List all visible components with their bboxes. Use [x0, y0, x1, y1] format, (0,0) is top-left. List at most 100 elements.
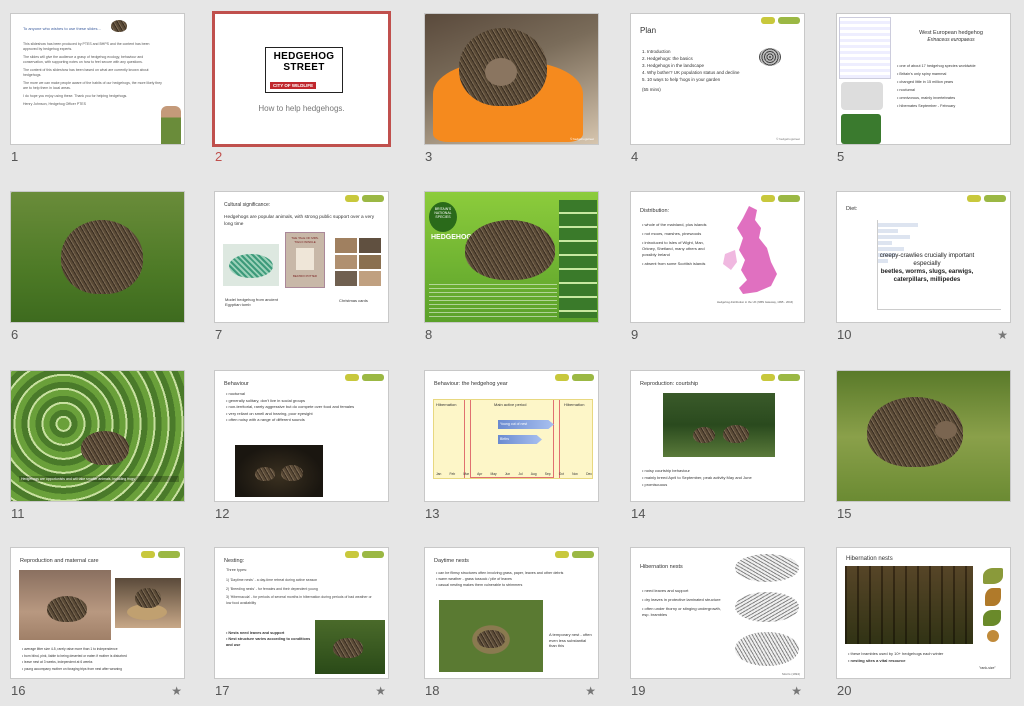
month-axis: Jan Feb Mar Apr May Jun Jul Aug Sep Oct Nov Dec — [436, 472, 592, 476]
slide-thumbnail-19[interactable]: Hibernation nests • need leaves and supp… — [630, 547, 805, 679]
poster-sidebar — [559, 200, 597, 318]
nest-photo — [315, 620, 385, 674]
uk-distribution-map — [723, 206, 777, 294]
partner-logos — [761, 17, 800, 24]
slide-thumbnail-15[interactable] — [836, 370, 1011, 502]
slide-thumbnail-3[interactable]: © hedgehogstreet — [424, 13, 599, 145]
nest-sketch-3 — [735, 632, 799, 666]
hedgehog-face — [935, 421, 957, 439]
hedgehog-face — [485, 58, 517, 86]
nest-bold-bullets: • Nests need leaves and support • Nest s… — [226, 631, 311, 647]
species-table — [839, 17, 891, 79]
diet-text: creepy-crawlies crucially important espe… — [879, 252, 975, 283]
star-icon: ★ — [997, 328, 1008, 342]
slide-number: 10 — [837, 327, 852, 342]
slide-thumbnail-17[interactable]: Nesting: Three types: 1) 'Daytime nests'… — [214, 547, 389, 679]
slide-number: 3 — [425, 149, 433, 164]
poster-text-block — [429, 284, 557, 318]
slide-thumbnail-5[interactable]: West European hedgehog Erinaceus europae… — [836, 13, 1011, 145]
slide-cell-5[interactable]: West European hedgehog Erinaceus europae… — [826, 0, 1016, 164]
slide-bullets: • can be flimsy structures often involvi… — [436, 571, 564, 587]
slide-number: 19 — [631, 683, 646, 698]
slide-thumbnail-16[interactable]: Reproduction and maternal care • average… — [10, 547, 185, 679]
star-icon: ★ — [791, 684, 802, 698]
slide-number: 11 — [11, 506, 25, 521]
slide-thumbnail-6[interactable] — [10, 191, 185, 323]
slide-thumbnail-18[interactable]: Daytime nests • can be flimsy structures… — [424, 547, 599, 679]
leaf-illustrations — [979, 568, 1007, 658]
slide-thumbnail-13[interactable]: Behaviour: the hedgehog year Hibernation… — [424, 370, 599, 502]
slide-cell-17[interactable]: Nesting: Three types: 1) 'Daytime nests'… — [204, 534, 394, 698]
slide-number: 20 — [837, 683, 852, 698]
slide-cell-15[interactable]: 15 — [826, 357, 1016, 521]
slide-thumbnail-8[interactable]: BRITAIN'S NATIONAL SPECIES HEDGEHOG — [424, 191, 599, 323]
nest-type-list: 1) 'Daytime nests' - a day-time retreat … — [226, 578, 372, 605]
partner-logos — [555, 374, 594, 381]
star-icon: ★ — [375, 684, 386, 698]
baby-hedgehogs-photo — [115, 578, 181, 628]
slide-cell-16[interactable]: Reproduction and maternal care • average… — [0, 534, 190, 698]
slide-thumbnail-7[interactable]: Cultural significance: Hedgehogs are pop… — [214, 191, 389, 323]
night-hedgehogs-photo — [235, 445, 323, 497]
slide-cell-3[interactable]: © hedgehogstreet 3 — [414, 0, 604, 164]
slide-bullets: • average litter size 4-5, rarely raise … — [22, 647, 127, 671]
slide-number: 4 — [631, 149, 639, 164]
daytime-nest-photo — [439, 600, 543, 672]
slide-number: 2 — [215, 149, 223, 164]
slide-number: 17 — [215, 683, 230, 698]
slide-bullets: • whole of the mainland, plus islands • … — [642, 222, 707, 266]
slide-cell-1[interactable]: To anyone who wishes to use these slides… — [0, 0, 190, 164]
slide-cell-9[interactable]: Distribution: • whole of the mainland, p… — [620, 178, 810, 342]
slide-sorter-grid: To anyone who wishes to use these slides… — [0, 0, 1024, 706]
slide-cell-20[interactable]: Hibernation nests • these brambles used … — [826, 534, 1016, 698]
slide-title: Plan — [640, 26, 657, 35]
slide-thumbnail-14[interactable]: Reproduction: courtship • noisy courtshi… — [630, 370, 805, 502]
nest-sketch-1 — [735, 554, 799, 582]
slide-cell-4[interactable]: Plan 1. Introduction 2. Hedgehogs: the b… — [620, 0, 810, 164]
slide-cell-13[interactable]: Behaviour: the hedgehog year Hibernation… — [414, 357, 604, 521]
slide-bullets: • noisy courtship behaviour • mainly bre… — [642, 468, 752, 487]
mother-hedgehog-photo — [19, 570, 111, 640]
hedgehog-photo — [81, 431, 129, 465]
slide1-body: This slideshow has been produced by PTES… — [23, 42, 162, 106]
slide-cell-6[interactable]: 6 — [0, 178, 190, 342]
slide-cell-11[interactable]: Hedgehogs are opportunists and will take… — [0, 357, 190, 521]
slide1-heading: To anyone who wishes to use these slides… — [23, 26, 101, 31]
christmas-cards-image — [335, 238, 381, 286]
slide-thumbnail-12[interactable]: Behaviour • nocturnal • generally solita… — [214, 370, 389, 502]
hedgehog-year-chart: Hibernation Main active period Hibernati… — [433, 399, 593, 479]
curled-hedgehog-icon — [759, 48, 781, 66]
slide-thumbnail-20[interactable]: Hibernation nests • these brambles used … — [836, 547, 1011, 679]
nest-sketch-2 — [735, 592, 799, 622]
slide-bullets: 1. Introduction 2. Hedgehogs: the basics… — [642, 49, 740, 92]
slide-thumbnail-4[interactable]: Plan 1. Introduction 2. Hedgehogs: the b… — [630, 13, 805, 145]
slide-number: 8 — [425, 327, 433, 342]
slide-cell-8[interactable]: BRITAIN'S NATIONAL SPECIES HEDGEHOG 8 — [414, 178, 604, 342]
courtship-photo — [663, 393, 775, 457]
slide-cell-2[interactable]: HEDGEHOG STREET CITY OF WILDLIFE How to … — [204, 0, 394, 164]
slide-number: 1 — [11, 149, 19, 164]
slide-thumbnail-9[interactable]: Distribution: • whole of the mainland, p… — [630, 191, 805, 323]
partner-logos — [761, 195, 800, 202]
poster-badge: BRITAIN'S NATIONAL SPECIES — [429, 202, 457, 232]
woodland-photo — [845, 566, 973, 644]
slide-cell-10[interactable]: Diet: creepy-crawlies crucially importan… — [826, 178, 1016, 342]
slide-thumbnail-2[interactable]: HEDGEHOG STREET CITY OF WILDLIFE How to … — [212, 11, 391, 147]
hedgehog-photo — [61, 220, 143, 294]
slide-thumbnail-11[interactable]: Hedgehogs are opportunists and will take… — [10, 370, 185, 502]
slide-cell-18[interactable]: Daytime nests • can be flimsy structures… — [414, 534, 604, 698]
slide2-subtitle: How to help hedgehogs. — [258, 104, 345, 113]
slide-cell-12[interactable]: Behaviour • nocturnal • generally solita… — [204, 357, 394, 521]
slide-thumbnail-1[interactable]: To anyone who wishes to use these slides… — [10, 13, 185, 145]
slide-cell-7[interactable]: Cultural significance: Hedgehogs are pop… — [204, 178, 394, 342]
slide-number: 7 — [215, 327, 223, 342]
slide-thumbnail-10[interactable]: Diet: creepy-crawlies crucially importan… — [836, 191, 1011, 323]
star-icon: ★ — [171, 684, 182, 698]
slide-number: 15 — [837, 506, 852, 521]
slide-number: 14 — [631, 506, 646, 521]
slide-cell-14[interactable]: Reproduction: courtship • noisy courtshi… — [620, 357, 810, 521]
slide-cell-19[interactable]: Hibernation nests • need leaves and supp… — [620, 534, 810, 698]
slide-bullets: • these brambles used by 10+ hedgehogs e… — [848, 651, 944, 663]
slide-number: 9 — [631, 327, 639, 342]
slide-bullets: • one of about 17 hedgehog species world… — [897, 64, 976, 108]
